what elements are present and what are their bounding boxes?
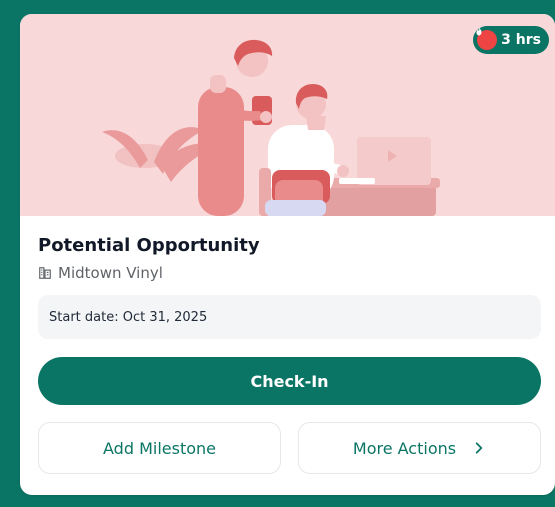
building-icon [38, 266, 52, 280]
company-row: Midtown Vinyl [38, 263, 541, 283]
chevron-right-icon [472, 441, 486, 455]
start-date-label: Start date: Oct 31, 2025 [49, 309, 208, 325]
time-badge: 3 hrs [473, 26, 549, 54]
opportunity-title: Potential Opportunity [38, 235, 260, 256]
opportunity-card[interactable]: 3 hrs Potential Opportunity Midtown Viny… [20, 14, 555, 495]
add-milestone-button[interactable]: Add Milestone [38, 422, 281, 474]
more-actions-label: More Actions [352, 438, 457, 458]
company-name: Midtown Vinyl [58, 264, 163, 282]
fire-icon [476, 27, 498, 50]
card-content: Potential Opportunity Midtown Vinyl Star… [38, 234, 541, 474]
time-badge-label: 3 hrs [501, 32, 541, 48]
opportunity-page: 3 hrs Potential Opportunity Midtown Viny… [0, 0, 555, 507]
start-date-box: Start date: Oct 31, 2025 [38, 295, 541, 339]
more-actions-button[interactable]: More Actions [298, 422, 541, 474]
hero-illustration: 3 hrs [20, 14, 555, 216]
check-in-button[interactable]: Check-In [38, 357, 541, 405]
action-row: Add Milestone More Actions [38, 422, 541, 474]
add-milestone-label: Add Milestone [103, 438, 216, 458]
